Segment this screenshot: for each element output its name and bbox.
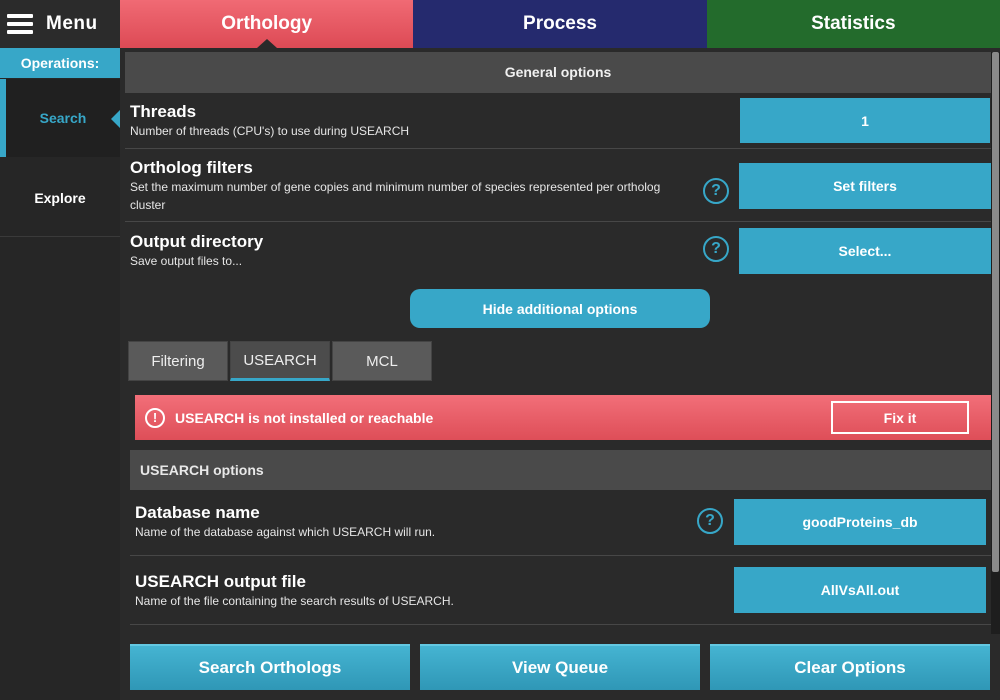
usearch-output-file-row: USEARCH output file Name of the file con…: [130, 556, 991, 625]
view-queue-button[interactable]: View Queue: [420, 644, 700, 690]
error-banner: ! USEARCH is not installed or reachable …: [135, 395, 991, 440]
database-name-row: Database name Name of the database again…: [130, 490, 991, 556]
tab-orthology[interactable]: Orthology: [120, 0, 414, 48]
active-tab-indicator: [256, 39, 277, 48]
tab-label: Statistics: [811, 13, 896, 34]
clear-options-button[interactable]: Clear Options: [710, 644, 990, 690]
sidebar: Menu Operations: Search Explore: [0, 0, 120, 700]
operations-label: Operations:: [0, 48, 120, 78]
threads-row: Threads Number of threads (CPU's) to use…: [125, 93, 991, 149]
usearch-output-file-input[interactable]: AllVsAll.out: [734, 567, 986, 613]
alert-icon: !: [145, 407, 165, 428]
output-directory-title: Output directory: [130, 232, 264, 251]
scrollbar-thumb[interactable]: [992, 52, 999, 572]
sidebar-item-label: Explore: [34, 189, 86, 206]
database-name-desc: Name of the database against which USEAR…: [135, 525, 436, 539]
ortholog-filters-row: Ortholog filters Set the maximum number …: [125, 149, 991, 222]
usearch-output-file-title: USEARCH output file: [135, 572, 306, 591]
ortholog-filters-desc: Set the maximum number of gene copies an…: [130, 180, 661, 212]
threads-title: Threads: [130, 102, 197, 121]
help-icon[interactable]: ?: [703, 178, 729, 204]
database-name-input[interactable]: goodProteins_db: [734, 499, 986, 545]
options-panel: General options Threads Number of thread…: [125, 52, 991, 634]
tab-label: Orthology: [221, 13, 313, 34]
usearch-options-header: USEARCH options: [130, 450, 991, 490]
hide-additional-options-button[interactable]: Hide additional options: [410, 289, 710, 328]
database-name-title: Database name: [135, 503, 260, 522]
active-indicator-icon: [111, 110, 120, 128]
usearch-options-label: USEARCH options: [140, 462, 264, 478]
help-icon[interactable]: ?: [703, 236, 729, 262]
output-directory-desc: Save output files to...: [130, 254, 243, 268]
main-tabbar: Orthology Process Statistics: [120, 0, 1000, 48]
output-directory-row: Output directory Save output files to...…: [125, 222, 991, 280]
usearch-output-file-desc: Name of the file containing the search r…: [135, 594, 454, 608]
subtab-usearch[interactable]: USEARCH: [230, 341, 330, 381]
general-options-header: General options: [125, 52, 991, 93]
tab-process[interactable]: Process: [413, 0, 707, 48]
sidebar-item-search[interactable]: Search: [0, 79, 120, 157]
sidebar-item-explore[interactable]: Explore: [0, 159, 120, 237]
subtab-mcl[interactable]: MCL: [332, 341, 432, 381]
tab-statistics[interactable]: Statistics: [706, 0, 1000, 48]
menu-label: Menu: [46, 13, 98, 34]
menu-button[interactable]: Menu: [0, 0, 120, 48]
fix-it-button[interactable]: Fix it: [831, 401, 969, 434]
help-icon[interactable]: ?: [697, 508, 723, 534]
set-filters-button[interactable]: Set filters: [739, 163, 991, 209]
hamburger-icon: [7, 14, 33, 34]
error-message: USEARCH is not installed or reachable: [175, 409, 434, 426]
sidebar-item-label: Search: [39, 110, 87, 126]
ortholog-filters-title: Ortholog filters: [130, 158, 253, 177]
threads-desc: Number of threads (CPU's) to use during …: [130, 124, 410, 138]
tab-label: Process: [523, 13, 597, 34]
additional-options-tabs: Filtering USEARCH MCL: [128, 341, 434, 381]
search-orthologs-button[interactable]: Search Orthologs: [130, 644, 410, 690]
subtab-filtering[interactable]: Filtering: [128, 341, 228, 381]
threads-input[interactable]: 1: [740, 98, 990, 143]
scrollbar[interactable]: [991, 52, 1000, 634]
select-directory-button[interactable]: Select...: [739, 228, 991, 274]
